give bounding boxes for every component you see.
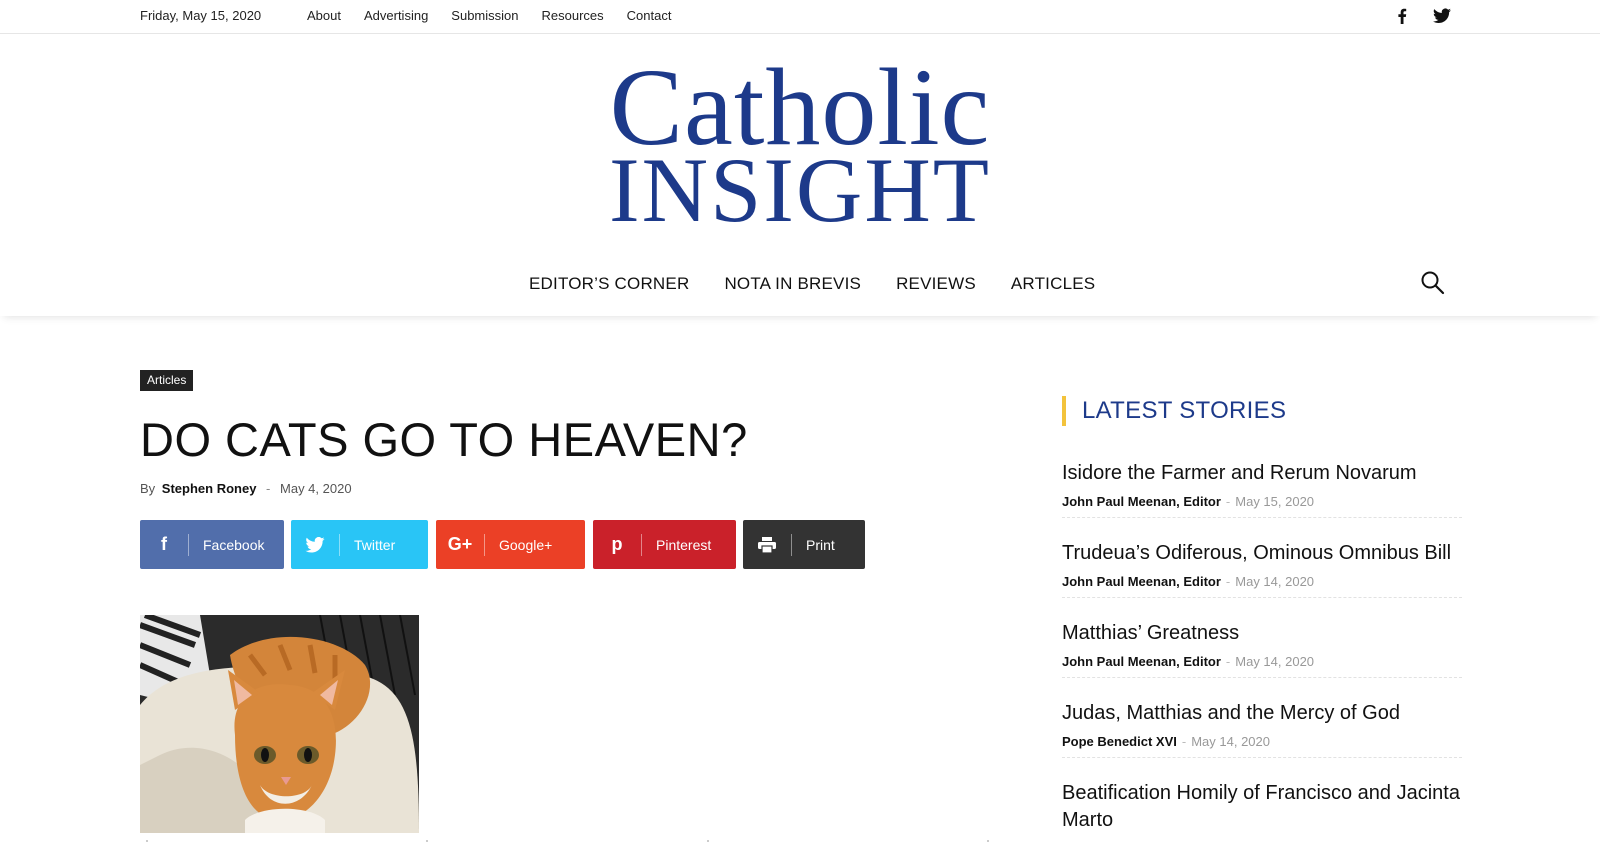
top-bar: Friday, May 15, 2020 About Advertising S…: [0, 0, 1600, 34]
article-byline: By Stephen Roney - May 4, 2020: [140, 481, 352, 496]
share-label: Google+: [499, 536, 553, 553]
nav-item-reviews[interactable]: REVIEWS: [896, 274, 976, 294]
gallery-dot: [707, 840, 709, 842]
nav-item-editors-corner[interactable]: EDITOR’S CORNER: [529, 274, 689, 294]
story-item[interactable]: Judas, Matthias and the Mercy of God Pop…: [1062, 702, 1462, 758]
story-date: May 15, 2020: [1235, 494, 1315, 509]
top-links: About Advertising Submission Resources C…: [307, 8, 694, 23]
share-twitter-button[interactable]: Twitter: [291, 520, 428, 569]
meta-separator: -: [1225, 574, 1231, 589]
top-link-resources[interactable]: Resources: [542, 8, 604, 23]
twitter-icon: [291, 520, 339, 569]
story-title[interactable]: Judas, Matthias and the Mercy of God: [1062, 702, 1462, 725]
search-icon[interactable]: [1420, 270, 1446, 296]
story-meta: Pope Benedict XVI - May 14, 2020: [1062, 734, 1462, 749]
story-meta: John Paul Meenan, Editor - May 14, 2020: [1062, 574, 1462, 589]
story-author[interactable]: John Paul Meenan, Editor: [1062, 574, 1221, 589]
story-title[interactable]: Isidore the Farmer and Rerum Novarum: [1062, 462, 1462, 485]
share-label: Facebook: [203, 536, 265, 553]
story-author[interactable]: Pope Benedict XVI: [1062, 734, 1177, 749]
category-tag[interactable]: Articles: [140, 370, 194, 391]
article-title: DO CATS GO TO HEAVEN?: [140, 413, 748, 466]
share-pinterest-button[interactable]: p Pinterest: [593, 520, 736, 569]
story-item[interactable]: Beatification Homily of Francisco and Ja…: [1062, 782, 1462, 840]
top-link-about[interactable]: About: [307, 8, 341, 23]
print-icon: [743, 520, 791, 569]
logo-line-2: INSIGHT: [609, 139, 991, 241]
gallery-dot: [426, 840, 428, 842]
story-title[interactable]: Matthias’ Greatness: [1062, 622, 1462, 645]
nav-item-nota-in-brevis[interactable]: NOTA IN BREVIS: [724, 274, 861, 294]
share-print-button[interactable]: Print: [743, 520, 865, 569]
author-link[interactable]: Stephen Roney: [162, 481, 257, 496]
site-logo[interactable]: Catholic INSIGHT: [560, 52, 1040, 237]
meta-separator: -: [1225, 494, 1231, 509]
story-item[interactable]: Isidore the Farmer and Rerum Novarum Joh…: [1062, 462, 1462, 518]
twitter-icon[interactable]: [1433, 8, 1451, 24]
byline-separator: -: [266, 481, 271, 496]
share-divider: [791, 533, 792, 556]
story-meta: John Paul Meenan, Editor - May 14, 2020: [1062, 654, 1462, 669]
gallery-dot: [987, 840, 989, 842]
latest-stories-title: LATEST STORIES: [1062, 396, 1286, 426]
story-title[interactable]: Beatification Homily of Francisco and Ja…: [1062, 782, 1462, 805]
story-author[interactable]: John Paul Meenan, Editor: [1062, 654, 1221, 669]
gallery-dot: [146, 840, 148, 842]
pinterest-icon: p: [611, 534, 623, 554]
share-facebook-button[interactable]: f Facebook: [140, 520, 284, 569]
meta-separator: -: [1225, 654, 1231, 669]
article-date: May 4, 2020: [280, 481, 352, 496]
nav-item-articles[interactable]: ARTICLES: [1011, 274, 1095, 294]
story-date: May 14, 2020: [1235, 654, 1315, 669]
featured-image: [140, 615, 419, 833]
story-item[interactable]: Matthias’ Greatness John Paul Meenan, Ed…: [1062, 622, 1462, 678]
top-link-advertising[interactable]: Advertising: [364, 8, 428, 23]
facebook-icon: f: [161, 534, 167, 554]
story-date: May 14, 2020: [1191, 734, 1270, 749]
top-link-submission[interactable]: Submission: [451, 8, 518, 23]
story-title-line-2[interactable]: Marto: [1062, 809, 1462, 832]
story-meta: John Paul Meenan, Editor - May 15, 2020: [1062, 494, 1462, 509]
share-divider: [188, 533, 189, 556]
share-divider: [339, 533, 340, 556]
main-nav: EDITOR’S CORNER NOTA IN BREVIS REVIEWS A…: [0, 262, 1600, 316]
share-label: Pinterest: [656, 536, 712, 553]
story-author[interactable]: John Paul Meenan, Editor: [1062, 494, 1221, 509]
facebook-icon[interactable]: [1397, 8, 1407, 24]
share-divider: [641, 533, 642, 556]
current-date: Friday, May 15, 2020: [140, 8, 262, 23]
story-date: May 14, 2020: [1235, 574, 1315, 589]
share-divider: [484, 533, 485, 556]
story-item[interactable]: Trudeua’s Odiferous, Ominous Omnibus Bil…: [1062, 542, 1462, 598]
share-label: Twitter: [354, 536, 396, 553]
share-google-plus-button[interactable]: G+ Google+: [436, 520, 585, 569]
by-label: By: [140, 481, 156, 496]
meta-separator: -: [1181, 734, 1187, 749]
share-label: Print: [806, 536, 835, 553]
google-plus-icon: G+: [447, 534, 473, 554]
story-title[interactable]: Trudeua’s Odiferous, Ominous Omnibus Bil…: [1062, 542, 1462, 565]
top-link-contact[interactable]: Contact: [627, 8, 672, 23]
